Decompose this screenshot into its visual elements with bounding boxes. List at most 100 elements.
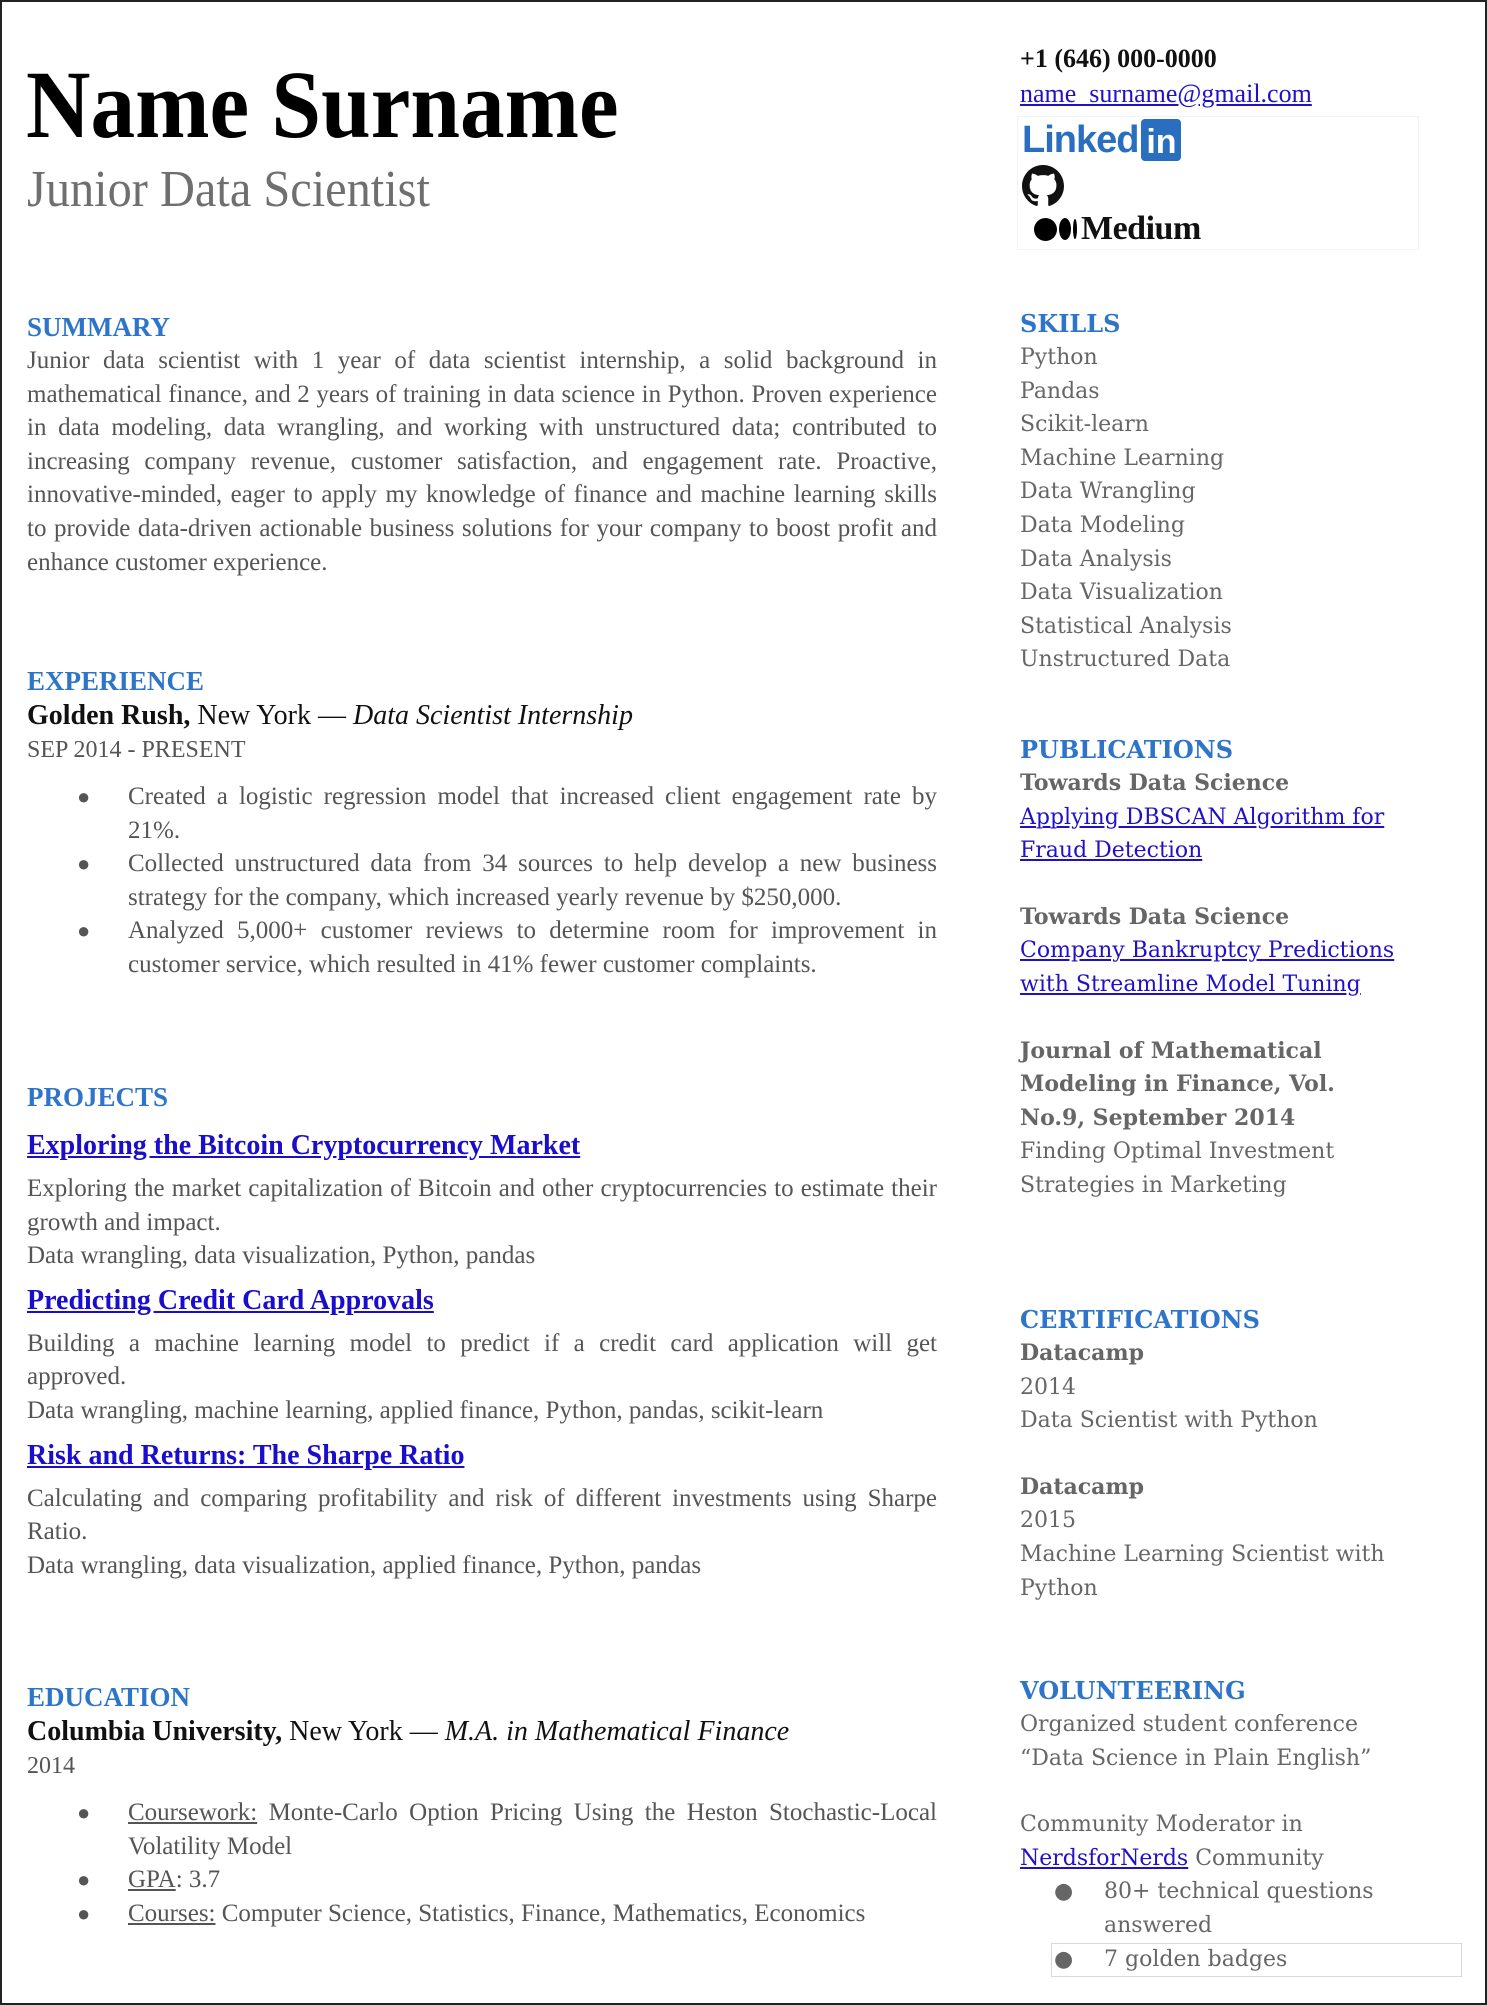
- skill-item: Pandas: [1020, 378, 1100, 404]
- projects-heading: PROJECTS: [27, 1082, 169, 1112]
- project-title-link[interactable]: Risk and Returns: The Sharpe Ratio: [27, 1438, 464, 1474]
- publication-title-link[interactable]: Company Bankruptcy Predictions with Stre…: [1020, 934, 1420, 1001]
- bullet-icon: ●: [77, 1800, 91, 1825]
- github-icon[interactable]: [1022, 165, 1064, 207]
- education-heading: EDUCATION: [27, 1682, 191, 1712]
- project-item: Exploring the Bitcoin Cryptocurrency Mar…: [27, 1128, 937, 1273]
- project-tools: Data wrangling, data visualization, appl…: [27, 1551, 702, 1579]
- publication-source: Towards Data Science: [1020, 903, 1290, 930]
- project-description: Calculating and comparing profitability …: [27, 1484, 937, 1546]
- certification-item: Datacamp 2015 Machine Learning Scientist…: [1020, 1471, 1410, 1605]
- list-item: ● GPA: 3.7: [27, 1863, 937, 1897]
- publications-heading: PUBLICATIONS: [1020, 735, 1234, 764]
- list-item: ● Coursework: Monte-Carlo Option Pricing …: [27, 1796, 937, 1863]
- publication-source: Journal of Mathematical Modeling in Fina…: [1020, 1037, 1335, 1131]
- certifications-heading: CERTIFICATIONS: [1020, 1305, 1260, 1334]
- company-name: Golden Rush,: [27, 700, 191, 731]
- degree: M.A. in Mathematical Finance: [444, 1716, 790, 1747]
- summary-section: SUMMARY Junior data scientist with 1 yea…: [27, 310, 937, 579]
- volunteer-item: Community Moderator in NerdsforNerds Com…: [1020, 1812, 1324, 1871]
- bullet-icon: ●: [77, 851, 91, 877]
- education-header: Columbia University, New York — M.A. in …: [27, 1714, 937, 1750]
- project-title-link[interactable]: Exploring the Bitcoin Cryptocurrency Mar…: [27, 1128, 580, 1164]
- medium-logo-link[interactable]: Medium: [1034, 209, 1201, 249]
- courses-label: Courses:: [128, 1899, 216, 1927]
- coursework-label: Coursework:: [128, 1799, 258, 1826]
- social-links: Linked in Medium: [1017, 116, 1419, 250]
- bullet-icon: ●: [77, 1900, 91, 1926]
- bullet-icon: ●: [1054, 1879, 1074, 1905]
- project-description: Exploring the market capitalization of B…: [27, 1175, 937, 1236]
- medium-wordmark: Medium: [1081, 210, 1201, 247]
- volunteering-heading: VOLUNTEERING: [1020, 1676, 1246, 1705]
- skill-item: Data Modeling: [1020, 512, 1185, 538]
- skill-item: Scikit-learn: [1020, 412, 1149, 438]
- bullet-icon: ●: [77, 918, 91, 944]
- certification-item: Datacamp 2014 Data Scientist with Python: [1020, 1337, 1440, 1438]
- experience-heading: EXPERIENCE: [27, 666, 205, 696]
- project-tools: Data wrangling, machine learning, applie…: [27, 1396, 824, 1424]
- phone-number: +1 (646) 000-0000: [1020, 44, 1217, 73]
- cert-issuer: Datacamp: [1020, 1340, 1145, 1366]
- skill-item: Statistical Analysis: [1020, 613, 1232, 639]
- education-bullets: ● Coursework: Monte-Carlo Option Pricing …: [27, 1796, 937, 1930]
- job-bullets: ● Created a logistic regression model tha…: [27, 780, 937, 982]
- skills-section: SKILLS Python Pandas Scikit-learn Machin…: [1020, 307, 1440, 677]
- education-section: EDUCATION Columbia University, New York …: [27, 1680, 937, 1930]
- job-location: New York —: [190, 700, 353, 731]
- gpa-label: GPA: [128, 1866, 176, 1894]
- publication-title-link[interactable]: Applying DBSCAN Algorithm for Fraud Dete…: [1020, 801, 1420, 868]
- skill-item: Machine Learning: [1020, 445, 1225, 471]
- projects-section: PROJECTS Exploring the Bitcoin Cryptocur…: [27, 1080, 937, 1582]
- school-location: New York —: [282, 1716, 445, 1747]
- cert-name: Data Scientist with Python: [1020, 1408, 1318, 1434]
- email-link[interactable]: name_surname@gmail.com: [1020, 76, 1420, 112]
- project-tools: Data wrangling, data visualization, Pyth…: [27, 1242, 536, 1270]
- linkedin-logo-link[interactable]: Linked in: [1022, 119, 1182, 161]
- skill-item: Data Wrangling: [1020, 479, 1196, 505]
- list-item: ● Courses: Computer Science, Statistics, …: [27, 1897, 937, 1931]
- cert-issuer: Datacamp: [1020, 1473, 1145, 1500]
- project-item: Risk and Returns: The Sharpe Ratio Calcu…: [27, 1438, 937, 1583]
- selection-box: [1051, 1943, 1462, 1977]
- publication-source: Towards Data Science: [1020, 770, 1290, 796]
- education-year: 2014: [27, 1753, 75, 1779]
- list-item: ● Created a logistic regression model tha…: [27, 780, 937, 847]
- cert-year: 2014: [1020, 1374, 1076, 1400]
- project-item: Predicting Credit Card Approvals Buildin…: [27, 1283, 937, 1428]
- skill-item: Data Analysis: [1020, 546, 1172, 572]
- list-item: ● Collected unstructured data from 34 sou…: [27, 847, 937, 914]
- nerdsfornerds-link[interactable]: NerdsforNerds: [1020, 1846, 1188, 1871]
- publication-item: Towards Data Science Applying DBSCAN Alg…: [1020, 767, 1440, 868]
- job-dates: SEP 2014 - PRESENT: [27, 737, 246, 763]
- list-item: ● Analyzed 5,000+ customer reviews to det…: [27, 914, 937, 981]
- linkedin-wordmark: Linked: [1022, 119, 1139, 161]
- skill-item: Unstructured Data: [1020, 647, 1231, 673]
- publication-title: Finding Optimal Investment Strategies in…: [1020, 1139, 1335, 1198]
- volunteer-item: Organized student conference “Data Scien…: [1020, 1712, 1372, 1771]
- bullet-icon: ●: [77, 784, 91, 809]
- bullet-icon: ●: [77, 1867, 91, 1893]
- project-title-link[interactable]: Predicting Credit Card Approvals: [27, 1283, 434, 1319]
- contact-info: +1 (646) 000-0000 name_surname@gmail.com: [1020, 42, 1420, 112]
- linkedin-icon: in: [1141, 119, 1182, 161]
- cert-name: Machine Learning Scientist with Python: [1020, 1541, 1385, 1601]
- skill-item: Python: [1020, 345, 1098, 370]
- candidate-title: Junior Data Scientist: [27, 161, 430, 218]
- summary-text: Junior data scientist with 1 year of dat…: [27, 347, 937, 576]
- skills-heading: SKILLS: [1020, 309, 1121, 338]
- publications-section: PUBLICATIONS Towards Data Science Applyi…: [1020, 733, 1440, 1203]
- publication-item: Journal of Mathematical Modeling in Fina…: [1020, 1035, 1360, 1203]
- cert-year: 2015: [1020, 1508, 1076, 1534]
- experience-section: EXPERIENCE Golden Rush, New York — Data …: [27, 664, 937, 982]
- job-header: Golden Rush, New York — Data Scientist I…: [27, 698, 937, 734]
- volunteering-section: VOLUNTEERING Organized student conferenc…: [1020, 1674, 1410, 1976]
- candidate-name: Name Surname: [26, 51, 619, 158]
- project-description: Building a machine learning model to pre…: [27, 1329, 937, 1391]
- summary-heading: SUMMARY: [27, 312, 171, 342]
- list-item: ● 80+ technical questions answered: [1020, 1875, 1410, 1942]
- job-role: Data Scientist Internship: [352, 700, 633, 731]
- medium-icon: [1034, 217, 1077, 241]
- skill-item: Data Visualization: [1020, 580, 1223, 606]
- school-name: Columbia University,: [27, 1716, 283, 1747]
